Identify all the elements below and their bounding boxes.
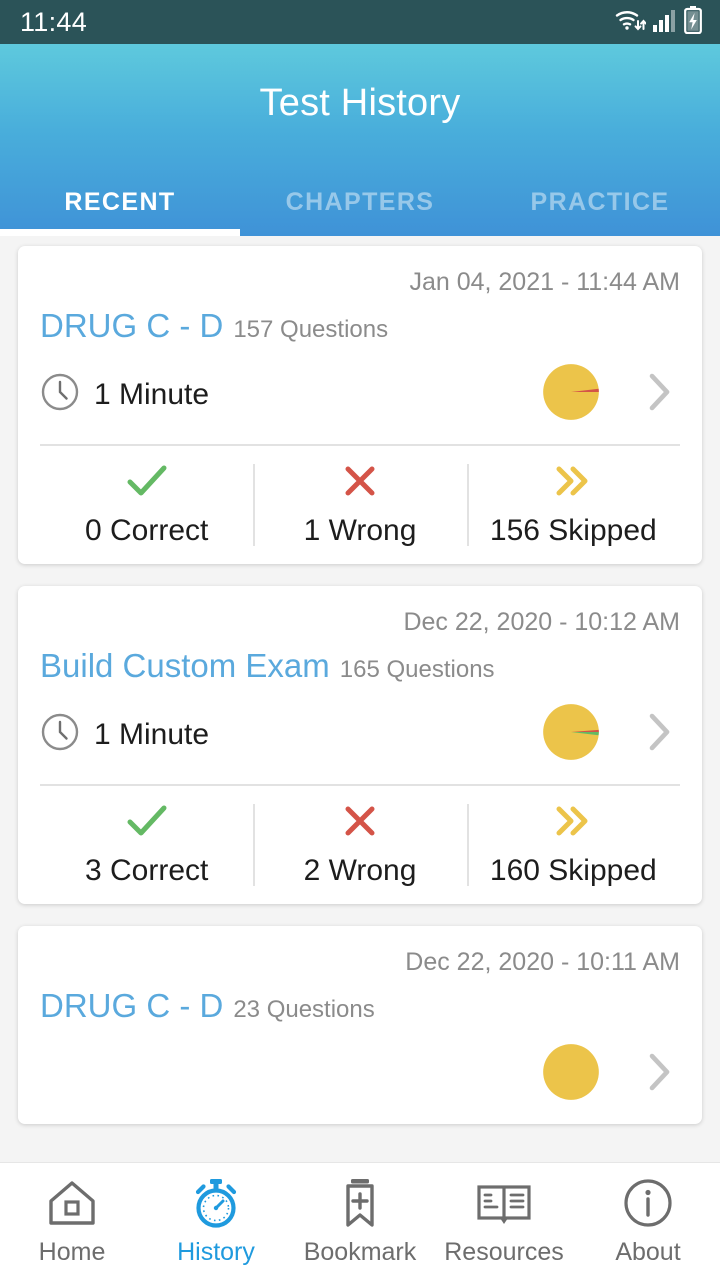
test-history-card[interactable]: Jan 04, 2021 - 11:44 AM DRUG C - D 157 Q… — [18, 246, 702, 564]
status-bar-clock: 11:44 — [20, 6, 88, 37]
status-bar: 11:44 — [0, 0, 720, 44]
card-duration-label: 1 Minute — [94, 377, 210, 411]
card-summary-row: 1 Minute — [40, 347, 680, 444]
stat-skipped: 156 Skipped — [466, 462, 680, 548]
stat-correct: 0 Correct — [40, 462, 253, 548]
card-open-chevron[interactable] — [638, 710, 680, 759]
wifi-data-icon — [614, 7, 647, 38]
stat-correct-label: 3 Correct — [84, 854, 209, 887]
card-question-count: 165 Questions — [339, 656, 495, 683]
card-summary-row — [40, 1027, 680, 1124]
stat-wrong: 1 Wrong — [253, 462, 466, 548]
stat-skipped: 160 Skipped — [466, 802, 680, 888]
double-chevron-right-icon — [551, 462, 595, 500]
open-book-icon — [476, 1177, 532, 1229]
card-timestamp: Dec 22, 2020 - 10:11 AM — [405, 948, 680, 976]
card-question-count: 23 Questions — [233, 996, 375, 1023]
clock-icon — [40, 372, 80, 417]
card-stats: 3 Correct 2 Wrong 160 Skipped — [40, 786, 680, 904]
nav-label-bookmark: Bookmark — [303, 1237, 417, 1266]
card-title: DRUG C - D — [40, 307, 224, 344]
bookmark-add-icon — [337, 1177, 383, 1229]
card-duration: 1 Minute — [40, 372, 209, 417]
info-circle-icon — [622, 1177, 674, 1229]
check-icon — [125, 802, 169, 840]
home-icon — [46, 1177, 98, 1229]
result-pie-chart — [542, 363, 600, 426]
double-chevron-right-icon — [551, 802, 595, 840]
cross-icon — [342, 462, 378, 500]
test-history-card[interactable]: Dec 22, 2020 - 10:12 AM Build Custom Exa… — [18, 586, 702, 904]
tab-recent[interactable]: RECENT — [0, 168, 240, 236]
nav-label-about: About — [615, 1237, 681, 1266]
nav-item-bookmark[interactable]: Bookmark — [288, 1177, 432, 1267]
tab-chapters[interactable]: CHAPTERS — [240, 168, 480, 236]
bottom-navigation: Home History Bookmark Resources About — [0, 1162, 720, 1280]
stopwatch-icon — [190, 1177, 242, 1229]
chevron-right-icon — [644, 710, 674, 759]
card-question-count: 157 Questions — [233, 316, 389, 343]
nav-label-resources: Resources — [444, 1237, 564, 1266]
card-title-row: DRUG C - D 23 Questions — [40, 981, 680, 1027]
stat-skipped-label: 160 Skipped — [489, 854, 657, 887]
card-timestamp: Dec 22, 2020 - 10:12 AM — [403, 608, 680, 636]
card-title-row: Build Custom Exam 165 Questions — [40, 641, 680, 687]
cross-icon — [342, 802, 378, 840]
nav-item-resources[interactable]: Resources — [432, 1177, 576, 1267]
card-summary-row: 1 Minute — [40, 687, 680, 784]
stat-correct: 3 Correct — [40, 802, 253, 888]
stat-wrong-label: 2 Wrong — [303, 854, 417, 887]
nav-label-home: Home — [38, 1237, 106, 1266]
tab-bar: RECENT CHAPTERS PRACTICE — [0, 168, 720, 236]
nav-item-home[interactable]: Home — [0, 1177, 144, 1267]
page-title: Test History — [259, 81, 461, 124]
card-stats: 0 Correct 1 Wrong 156 Skipped — [40, 446, 680, 564]
battery-charging-icon — [684, 5, 702, 39]
tab-practice[interactable]: PRACTICE — [480, 168, 720, 236]
clock-icon — [40, 712, 80, 757]
nav-label-history: History — [177, 1237, 255, 1266]
status-bar-icons — [614, 5, 702, 39]
chevron-right-icon — [644, 1050, 674, 1099]
test-history-list[interactable]: Jan 04, 2021 - 11:44 AM DRUG C - D 157 Q… — [0, 236, 720, 1280]
chevron-right-icon — [644, 370, 674, 419]
result-pie-chart — [542, 703, 600, 766]
card-duration-label: 1 Minute — [94, 717, 210, 751]
test-history-card[interactable]: Dec 22, 2020 - 10:11 AM DRUG C - D 23 Qu… — [18, 926, 702, 1124]
cellular-signal-icon — [652, 7, 678, 38]
app-header: Test History RECENT CHAPTERS PRACTICE — [0, 44, 720, 236]
card-open-chevron[interactable] — [638, 1050, 680, 1099]
nav-item-about[interactable]: About — [576, 1177, 720, 1267]
stat-correct-label: 0 Correct — [84, 514, 209, 547]
card-title: Build Custom Exam — [40, 647, 330, 684]
card-timestamp: Jan 04, 2021 - 11:44 AM — [409, 268, 680, 296]
check-icon — [125, 462, 169, 500]
app-screen: 11:44 Test History RECENT CHAPTERS PRACT… — [0, 0, 720, 1280]
card-title: DRUG C - D — [40, 987, 224, 1024]
card-title-row: DRUG C - D 157 Questions — [40, 301, 680, 347]
nav-item-history[interactable]: History — [144, 1177, 288, 1267]
card-open-chevron[interactable] — [638, 370, 680, 419]
card-duration: 1 Minute — [40, 712, 209, 757]
stat-wrong: 2 Wrong — [253, 802, 466, 888]
stat-skipped-label: 156 Skipped — [489, 514, 657, 547]
stat-wrong-label: 1 Wrong — [303, 514, 417, 547]
result-pie-chart — [542, 1043, 600, 1106]
